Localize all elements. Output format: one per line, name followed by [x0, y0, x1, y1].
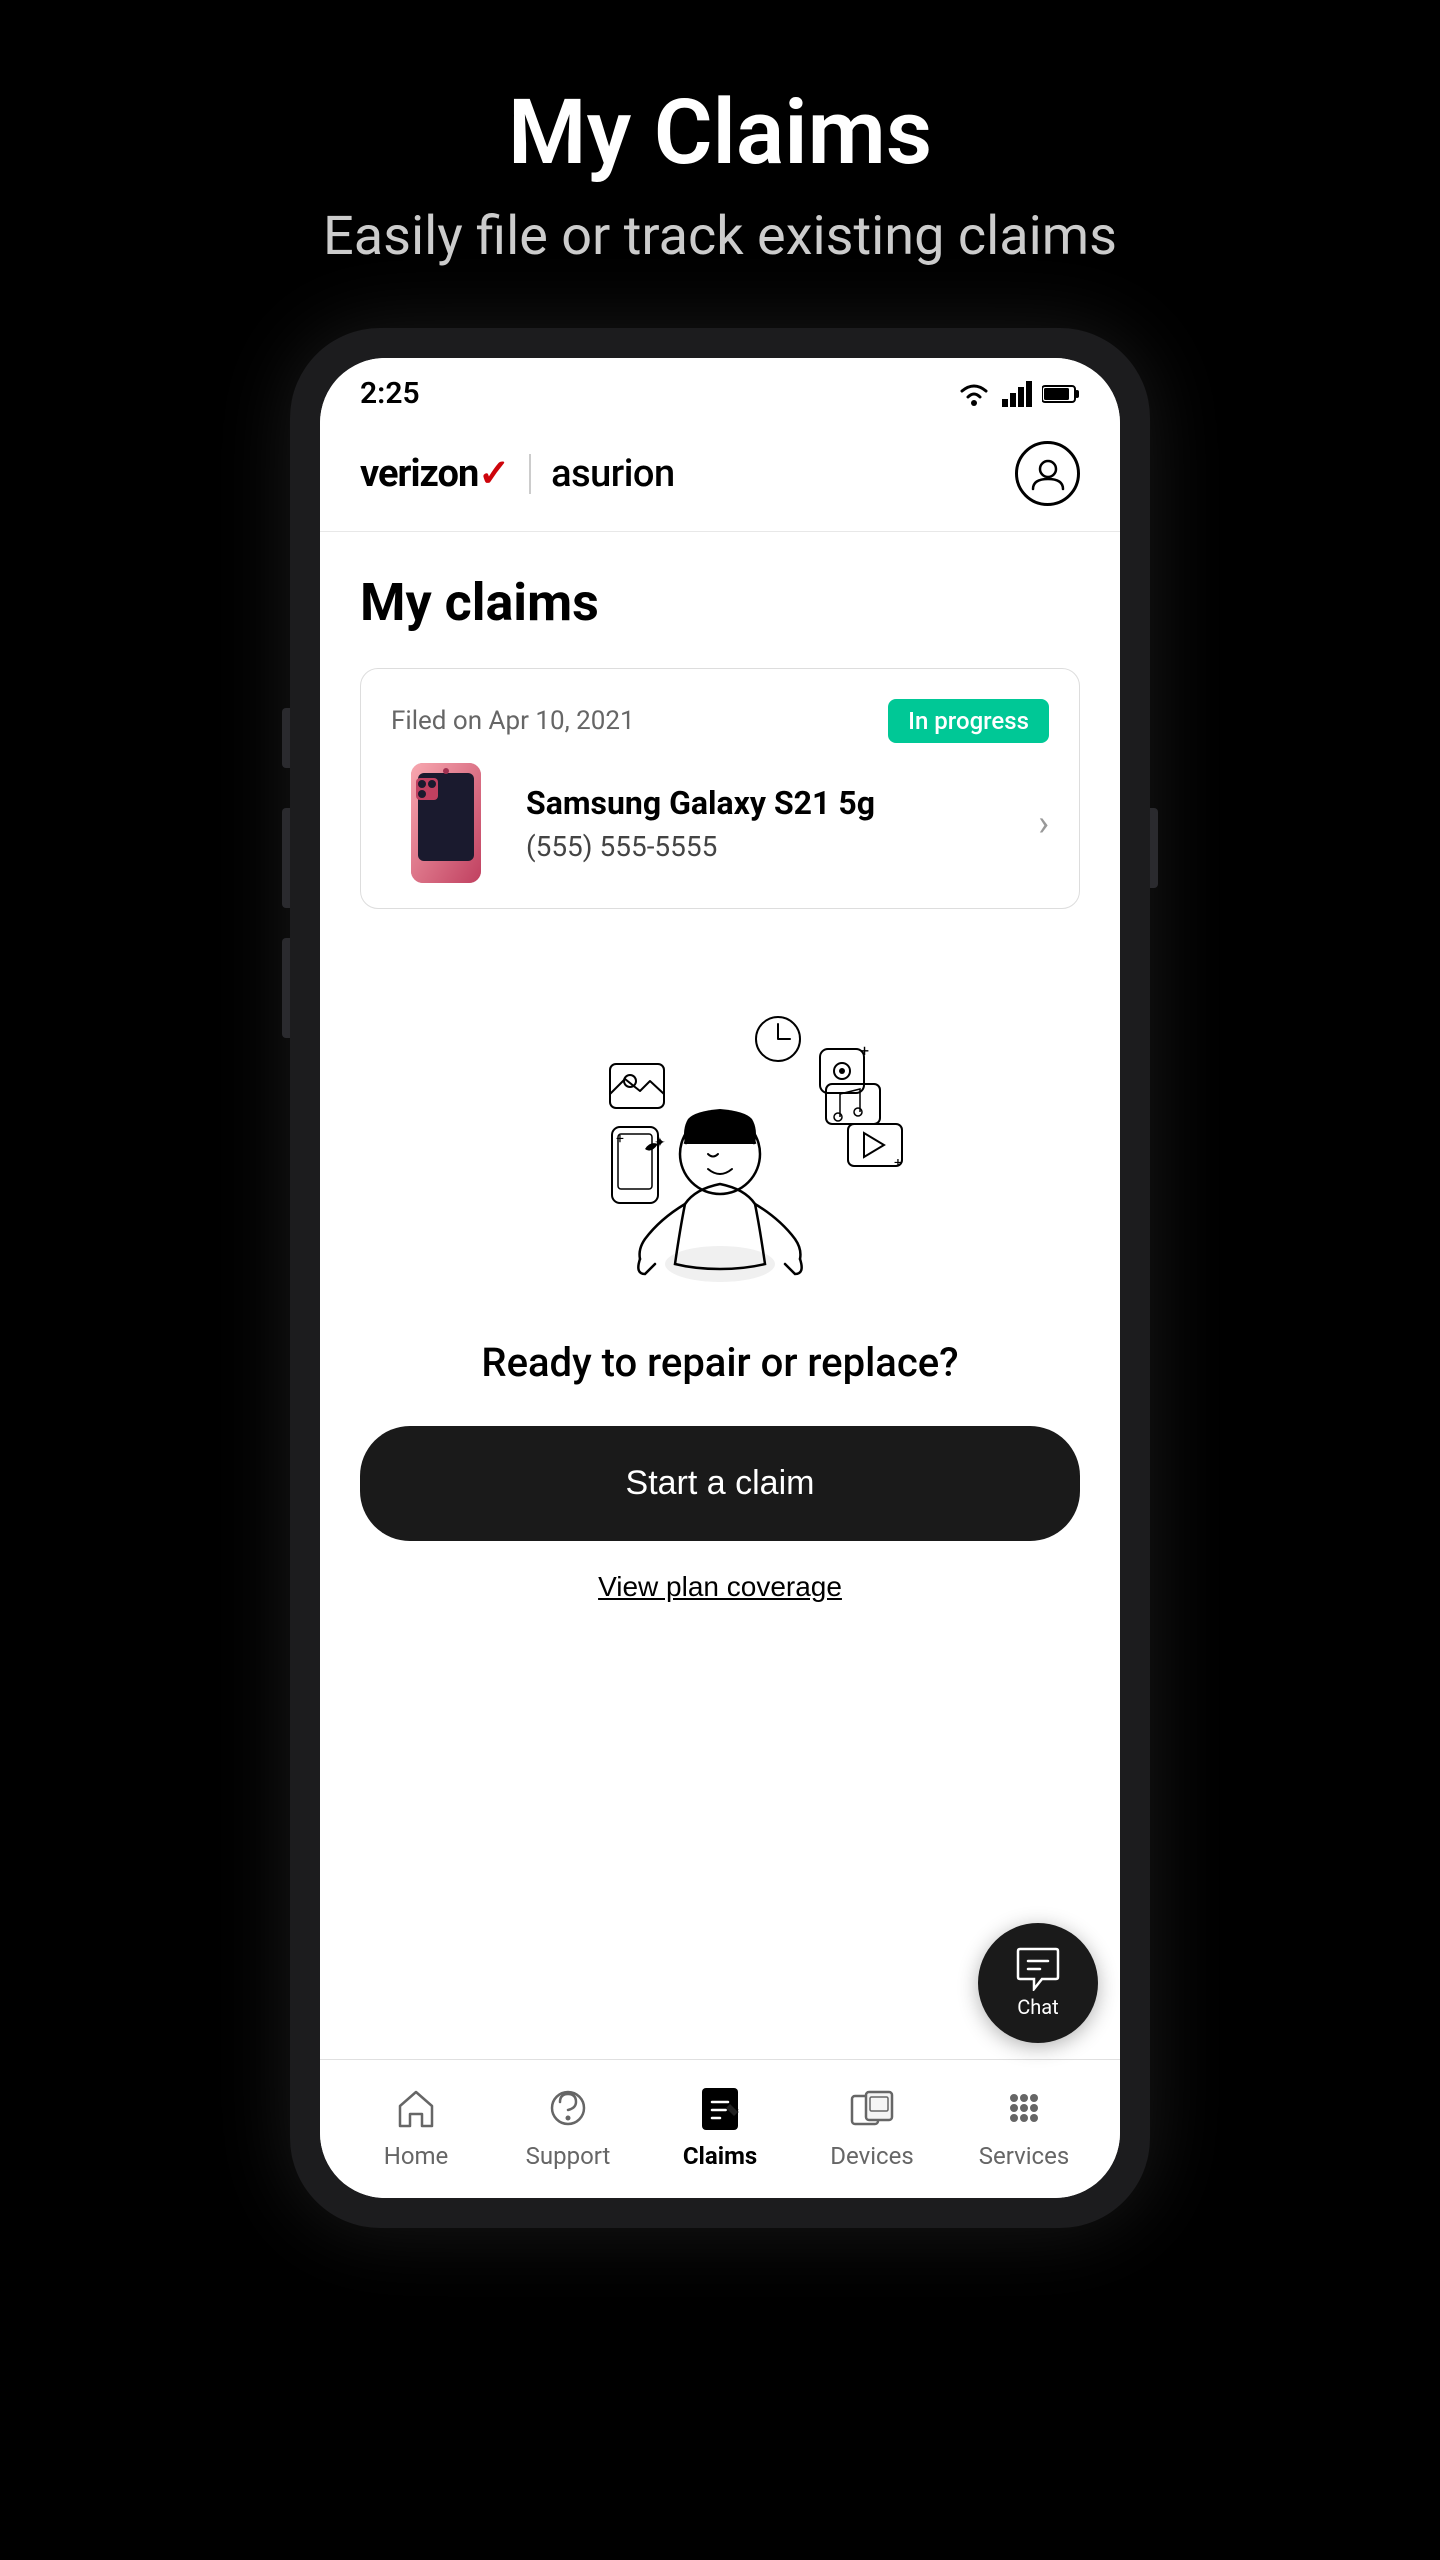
- logo-container: verizon✓ asurion: [360, 451, 675, 496]
- device-phone-number: (555) 555-5555: [526, 830, 1013, 863]
- page-header: My Claims Easily file or track existing …: [290, 0, 1150, 328]
- battery-icon: [1042, 384, 1080, 404]
- phone-screen: 2:25: [320, 358, 1120, 2198]
- claim-card-header: Filed on Apr 10, 2021 In progress: [391, 699, 1049, 743]
- verizon-checkmark: ✓: [478, 452, 509, 496]
- main-content: My claims Filed on Apr 10, 2021 In progr…: [320, 532, 1120, 2059]
- page-subtitle: Easily file or track existing claims: [290, 205, 1150, 268]
- claims-icon: [694, 2082, 746, 2134]
- start-claim-button[interactable]: Start a claim: [360, 1426, 1080, 1541]
- nav-label-claims: Claims: [683, 2142, 757, 2170]
- status-badge: In progress: [888, 699, 1049, 743]
- chevron-right-icon: ›: [1038, 802, 1049, 844]
- repair-illustration: + ✦ +: [530, 969, 910, 1309]
- page-title: My Claims: [290, 80, 1150, 185]
- svg-text:+: +: [616, 1131, 624, 1147]
- chat-bubble-icon: [1014, 1947, 1062, 1991]
- devices-icon: [846, 2082, 898, 2134]
- services-icon: [998, 2082, 1050, 2134]
- home-icon: [390, 2082, 442, 2134]
- user-icon: [1030, 456, 1066, 492]
- asurion-logo: asurion: [551, 452, 675, 496]
- device-image: [391, 768, 501, 878]
- nav-label-home: Home: [384, 2142, 449, 2170]
- nav-label-devices: Devices: [830, 2142, 913, 2170]
- nav-item-devices[interactable]: Devices: [812, 2082, 932, 2170]
- chat-fab-button[interactable]: Chat: [978, 1923, 1098, 2043]
- svg-text:+: +: [894, 1155, 902, 1171]
- claim-card[interactable]: Filed on Apr 10, 2021 In progress: [360, 668, 1080, 909]
- nav-label-support: Support: [526, 2142, 611, 2170]
- chat-fab-label: Chat: [1017, 1995, 1058, 2019]
- bottom-navigation: Home Support: [320, 2059, 1120, 2198]
- wifi-icon: [956, 381, 992, 407]
- support-icon: [542, 2082, 594, 2134]
- device-details: Samsung Galaxy S21 5g (555) 555-5555: [526, 784, 1013, 863]
- device-info: Samsung Galaxy S21 5g (555) 555-5555 ›: [391, 768, 1049, 878]
- power-button: [1150, 808, 1158, 888]
- nav-label-services: Services: [979, 2142, 1069, 2170]
- nav-item-support[interactable]: Support: [508, 2082, 628, 2170]
- status-icons: [956, 381, 1080, 407]
- device-name: Samsung Galaxy S21 5g: [526, 784, 1013, 822]
- nav-item-home[interactable]: Home: [356, 2082, 476, 2170]
- volume-up-button: [282, 808, 290, 908]
- profile-button[interactable]: [1015, 441, 1080, 506]
- view-plan-button[interactable]: View plan coverage: [598, 1571, 842, 1603]
- page-background: My Claims Easily file or track existing …: [290, 0, 1150, 2228]
- nav-item-claims[interactable]: Claims: [660, 2082, 780, 2170]
- logo-divider: [529, 454, 531, 494]
- section-title: My claims: [360, 572, 1080, 633]
- app-header: verizon✓ asurion: [320, 421, 1120, 532]
- status-bar: 2:25: [320, 358, 1120, 421]
- repair-text: Ready to repair or replace?: [481, 1339, 958, 1386]
- verizon-logo: verizon✓: [360, 451, 509, 496]
- device-phone-image: [406, 763, 486, 883]
- signal-icon: [1002, 381, 1032, 407]
- phone-frame: 2:25: [290, 328, 1150, 2228]
- volume-down-button: [282, 938, 290, 1038]
- filed-date: Filed on Apr 10, 2021: [391, 706, 635, 736]
- nav-item-services[interactable]: Services: [964, 2082, 1084, 2170]
- illustration-area: + ✦ +: [360, 949, 1080, 2029]
- volume-silent-button: [282, 708, 290, 768]
- svg-text:+: +: [860, 1041, 869, 1060]
- status-time: 2:25: [360, 376, 420, 411]
- svg-text:✦: ✦: [654, 1135, 666, 1151]
